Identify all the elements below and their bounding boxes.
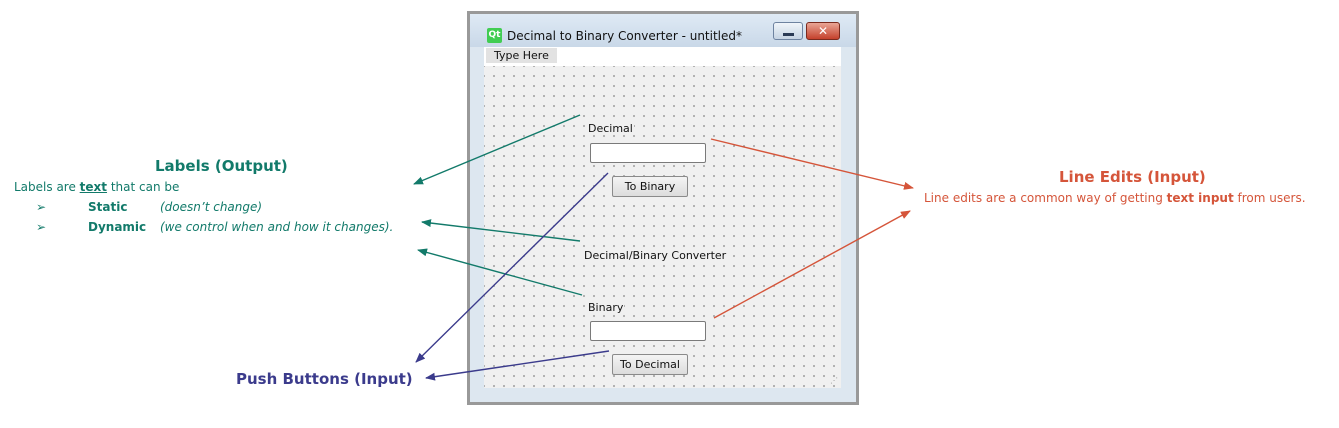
labels-description: Labels are text that can be bbox=[14, 180, 179, 194]
bullet-static-keyword: Static bbox=[88, 200, 128, 214]
to-binary-button[interactable]: To Binary bbox=[612, 176, 688, 197]
menu-bar: Type Here bbox=[484, 47, 841, 66]
bullet-arrow-icon: ➢ bbox=[36, 200, 47, 214]
binary-label: Binary bbox=[587, 301, 625, 314]
qt-logo-icon: Qt bbox=[487, 28, 502, 43]
line-edits-desc-suffix: from users. bbox=[1233, 191, 1306, 205]
resize-grip-icon[interactable]: ⋰ bbox=[830, 376, 838, 385]
bullet-static: ➢ Static (doesn’t change) bbox=[36, 200, 426, 216]
line-edits-desc-keyword: text input bbox=[1166, 191, 1234, 205]
bullet-arrow-icon: ➢ bbox=[36, 220, 47, 234]
bullet-static-note: (doesn’t change) bbox=[160, 200, 263, 214]
labels-desc-keyword: text bbox=[79, 180, 108, 194]
bullet-dynamic: ➢ Dynamic (we control when and how it ch… bbox=[36, 220, 426, 236]
line-edits-heading: Line Edits (Input) bbox=[1059, 168, 1206, 186]
title-bar[interactable]: Qt Decimal to Binary Converter - untitle… bbox=[470, 14, 856, 47]
line-edits-desc-prefix: Line edits are a common way of getting bbox=[924, 191, 1167, 205]
labels-output-heading: Labels (Output) bbox=[155, 157, 288, 175]
labels-desc-prefix: Labels are bbox=[14, 180, 80, 194]
minimize-icon bbox=[783, 33, 794, 36]
menu-type-here[interactable]: Type Here bbox=[486, 48, 557, 63]
decimal-label: Decimal bbox=[587, 122, 634, 135]
line-edits-description: Line edits are a common way of getting t… bbox=[924, 191, 1306, 205]
close-button[interactable]: ✕ bbox=[806, 22, 840, 40]
labels-desc-suffix: that can be bbox=[107, 180, 180, 194]
designer-window-frame: Qt Decimal to Binary Converter - untitle… bbox=[467, 11, 859, 405]
bullet-dynamic-note: (we control when and how it changes). bbox=[160, 220, 394, 234]
form-canvas[interactable]: Decimal To Binary Decimal/Binary Convert… bbox=[484, 66, 841, 388]
decimal-line-edit[interactable] bbox=[590, 143, 706, 163]
converter-title-label: Decimal/Binary Converter bbox=[583, 249, 728, 262]
bullet-dynamic-keyword: Dynamic bbox=[88, 220, 147, 234]
minimize-button[interactable] bbox=[773, 22, 803, 40]
designer-window: Qt Decimal to Binary Converter - untitle… bbox=[470, 14, 856, 402]
window-title: Decimal to Binary Converter - untitled* bbox=[507, 29, 742, 43]
binary-line-edit[interactable] bbox=[590, 321, 706, 341]
push-buttons-heading: Push Buttons (Input) bbox=[236, 370, 413, 388]
to-decimal-button[interactable]: To Decimal bbox=[612, 354, 688, 375]
